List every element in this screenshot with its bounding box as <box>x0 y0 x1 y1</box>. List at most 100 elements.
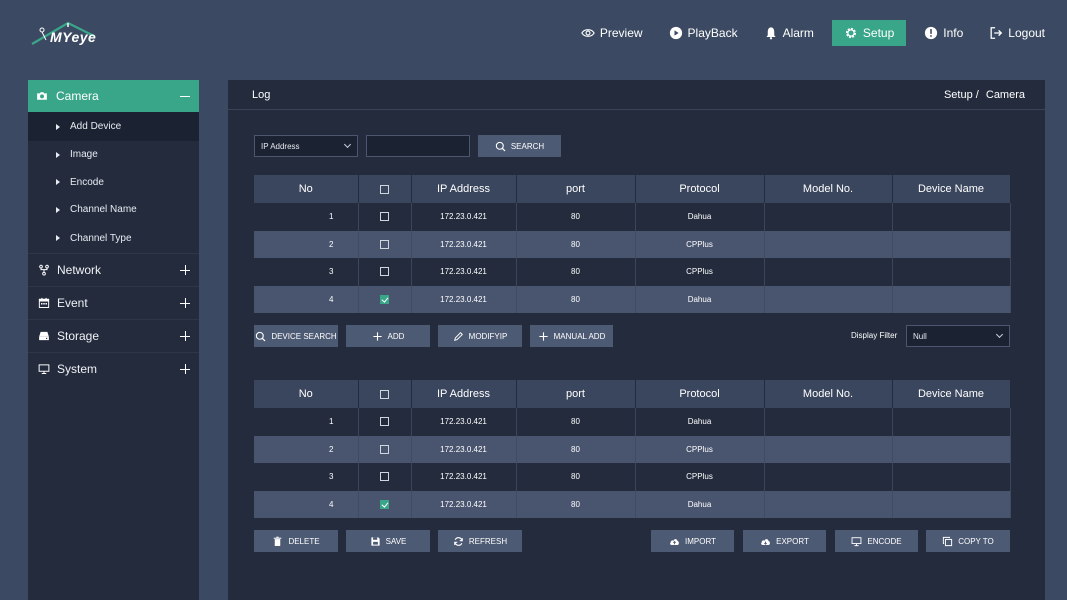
delete-button[interactable]: DELETE <box>254 530 338 552</box>
expand-icon[interactable] <box>179 330 191 342</box>
cell-no: 4 <box>254 490 359 518</box>
copy-to-button-label: COPY TO <box>958 536 994 546</box>
row-checkbox[interactable] <box>380 212 389 222</box>
gear-icon <box>845 27 856 39</box>
cell-select <box>358 490 412 518</box>
sidebar-subitem-channel-name[interactable]: Channel Name <box>28 196 199 223</box>
cell-ip: 172.23.0.421 <box>411 463 517 491</box>
sidebar-subitem-add-device[interactable]: Add Device <box>28 112 199 141</box>
col-header-protocol: Protocol <box>635 175 765 203</box>
select-all-checkbox[interactable] <box>380 389 389 399</box>
save-button[interactable]: SAVE <box>346 530 430 552</box>
nav-playback[interactable]: PlayBack <box>661 20 746 46</box>
sidebar-subitem-label: Channel Type <box>70 232 132 244</box>
sidebar-item-system[interactable]: System <box>28 352 199 385</box>
sidebar-item-network[interactable]: Network <box>28 253 199 286</box>
table-row[interactable]: 3 172.23.0.421 80 CPPlus <box>254 463 1011 491</box>
pencil-icon <box>453 331 463 341</box>
col-header-ip: IP Address <box>411 175 517 203</box>
cell-no: 3 <box>254 258 359 286</box>
expand-icon[interactable] <box>179 297 191 309</box>
export-button[interactable]: EXPORT <box>743 530 826 552</box>
sidebar-item-storage[interactable]: Storage <box>28 319 199 352</box>
import-button[interactable]: IMPORT <box>651 530 734 552</box>
panel-header: Log Setup / Camera <box>228 80 1045 110</box>
search-input[interactable] <box>366 135 470 157</box>
delete-button-label: DELETE <box>288 536 320 546</box>
sidebar-subitem-encode[interactable]: Encode <box>28 168 199 196</box>
row-checkbox[interactable] <box>380 444 389 454</box>
nav-preview[interactable]: Preview <box>573 20 651 46</box>
chevron-down-icon <box>343 140 352 149</box>
cell-ip: 172.23.0.421 <box>411 490 517 518</box>
row-checkbox[interactable] <box>380 239 389 249</box>
export-button-label: EXPORT <box>776 536 809 546</box>
collapse-icon[interactable] <box>179 90 191 102</box>
select-all-checkbox[interactable] <box>380 184 389 194</box>
table-row[interactable]: 1 172.23.0.421 80 Dahua <box>254 408 1011 436</box>
copy-to-button[interactable]: COPY TO <box>926 530 1010 552</box>
modify-ip-button[interactable]: MODIFYIP <box>438 325 522 347</box>
panel-title: Log <box>252 88 271 101</box>
storage-icon <box>39 331 49 341</box>
device-search-button[interactable]: DEVICE SEARCH <box>254 325 338 347</box>
cell-port: 80 <box>516 285 636 313</box>
sidebar-item-event[interactable]: Event <box>28 286 199 319</box>
table-row[interactable]: 2 172.23.0.421 80 CPPlus <box>254 435 1011 463</box>
save-button-label: SAVE <box>385 536 407 546</box>
nav-alarm[interactable]: Alarm <box>756 20 822 46</box>
row-checkbox[interactable] <box>380 499 389 509</box>
modify-ip-label: MODIFYIP <box>468 331 508 341</box>
cell-no: 4 <box>254 285 359 313</box>
table-row[interactable]: 4 172.23.0.421 80 Dahua <box>254 285 1011 313</box>
nav-info[interactable]: Info <box>916 20 971 46</box>
col-header-no: No <box>254 380 359 408</box>
cell-port: 80 <box>516 435 636 463</box>
search-icon <box>495 141 506 151</box>
cell-model <box>764 408 893 436</box>
search-button[interactable]: SEARCH <box>478 135 561 157</box>
cell-ip: 172.23.0.421 <box>411 408 517 436</box>
row-checkbox[interactable] <box>380 267 389 277</box>
added-devices-table: No IP Address port Protocol Model No. De… <box>254 380 1011 518</box>
col-header-select <box>358 175 412 203</box>
cell-select <box>358 258 412 286</box>
sidebar-subitem-image[interactable]: Image <box>28 141 199 168</box>
breadcrumb-parent[interactable]: Setup / <box>944 89 979 101</box>
import-button-label: IMPORT <box>685 536 716 546</box>
sidebar-subitem-channel-type[interactable]: Channel Type <box>28 223 199 253</box>
display-filter-value: Null <box>913 331 927 341</box>
table-row[interactable]: 1 172.23.0.421 80 Dahua <box>254 203 1011 231</box>
table-row[interactable]: 2 172.23.0.421 80 CPPlus <box>254 230 1011 258</box>
cell-protocol: CPPlus <box>635 230 765 258</box>
nav-setup[interactable]: Setup <box>831 20 907 46</box>
cell-port: 80 <box>516 203 636 231</box>
brand-logo: MYeye <box>28 18 108 50</box>
row-checkbox[interactable] <box>380 472 389 482</box>
sidebar-item-camera-label: Camera <box>56 89 99 103</box>
sidebar-item-storage-label: Storage <box>57 329 100 343</box>
monitor-icon <box>38 364 50 374</box>
expand-icon[interactable] <box>179 264 191 276</box>
sidebar-subitem-label: Channel Name <box>70 204 137 215</box>
display-filter-select[interactable]: Null <box>906 325 1010 347</box>
add-button[interactable]: ADD <box>346 325 430 347</box>
brand-logo-text: MYeye <box>50 29 97 45</box>
row-checkbox[interactable] <box>380 417 389 427</box>
trash-icon <box>274 536 282 546</box>
logout-icon <box>990 27 1003 39</box>
expand-icon[interactable] <box>179 363 191 375</box>
row-checkbox[interactable] <box>380 294 389 304</box>
sidebar-item-camera[interactable]: Camera <box>28 80 199 112</box>
table-row[interactable]: 3 172.23.0.421 80 CPPlus <box>254 258 1011 286</box>
nav-logout-label: Logout <box>1008 26 1045 40</box>
table-row[interactable]: 4 172.23.0.421 80 Dahua <box>254 490 1011 518</box>
search-field-select[interactable]: IP Address <box>254 135 358 157</box>
refresh-button[interactable]: REFRESH <box>438 530 522 552</box>
manual-add-button[interactable]: MANUAL ADD <box>530 325 613 347</box>
search-button-label: SEARCH <box>510 141 545 151</box>
col-header-ip: IP Address <box>411 380 517 408</box>
encode-button[interactable]: ENCODE <box>835 530 918 552</box>
cell-device-name <box>892 285 1011 313</box>
nav-logout[interactable]: Logout <box>981 20 1053 46</box>
